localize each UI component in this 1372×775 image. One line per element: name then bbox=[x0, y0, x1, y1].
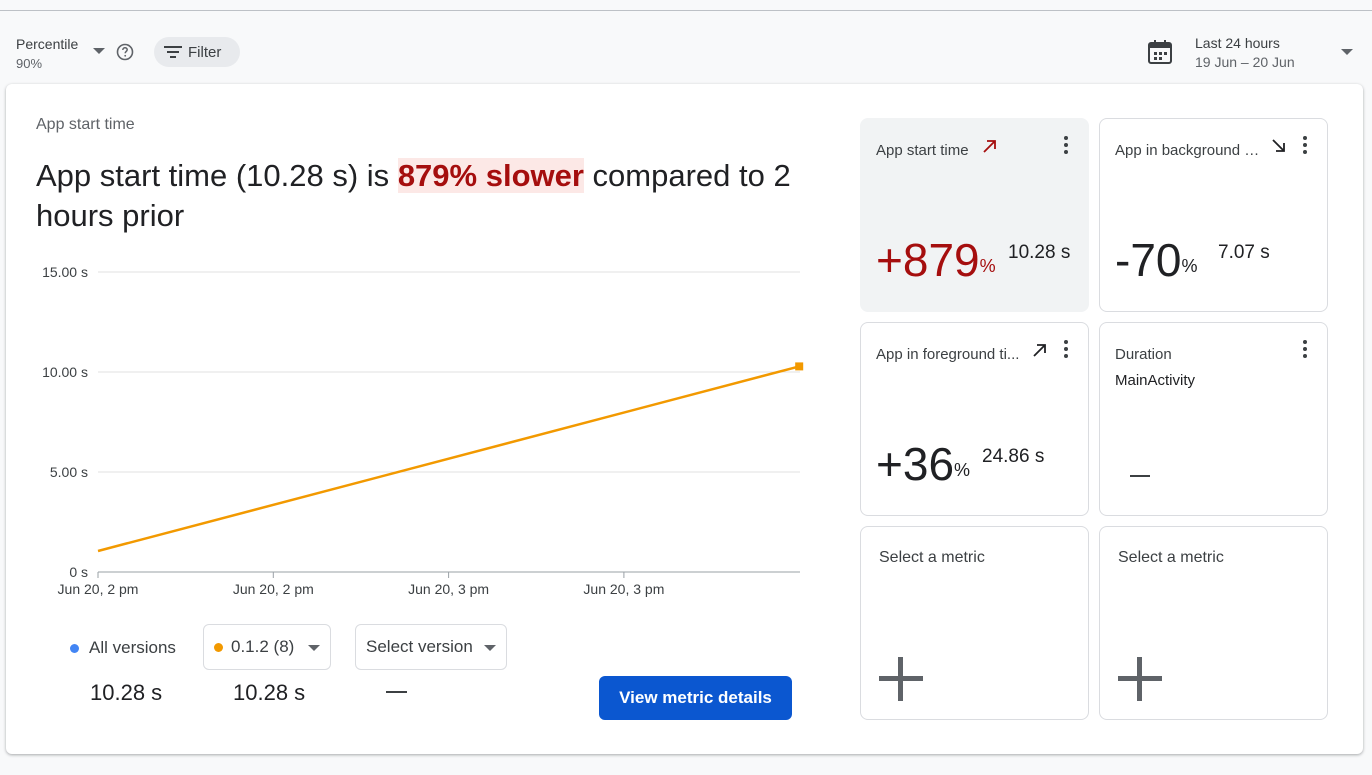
version-dot bbox=[214, 642, 223, 652]
tile-select-metric[interactable]: Select a metric bbox=[860, 526, 1089, 720]
select-version-empty-value bbox=[386, 691, 407, 693]
percent-sign: % bbox=[979, 256, 996, 276]
version-label: 0.1.2 (8) bbox=[231, 637, 295, 656]
top-divider bbox=[0, 10, 1372, 11]
tile-title: App in foreground ti... bbox=[876, 346, 1020, 363]
trend-up-icon bbox=[983, 140, 996, 153]
caret-down-icon bbox=[484, 645, 496, 651]
tile-title: Select a metric bbox=[879, 549, 985, 566]
filter-button[interactable]: Filter bbox=[154, 37, 240, 67]
date-range-dropdown[interactable]: Last 24 hours 19 Jun – 20 Jun bbox=[1146, 34, 1360, 72]
help-icon[interactable] bbox=[116, 43, 134, 61]
tile-empty-value bbox=[1130, 475, 1150, 477]
caret-down-icon bbox=[93, 48, 105, 54]
tile-app-start-time[interactable]: App start time +879% 10.28 s bbox=[860, 118, 1089, 312]
filter-label: Filter bbox=[188, 43, 222, 61]
tile-duration[interactable]: Duration MainActivity bbox=[1099, 322, 1328, 516]
headline-text: App start time (10.28 s) is bbox=[36, 158, 398, 193]
x-tick-label: Jun 20, 3 pm bbox=[583, 581, 664, 597]
x-tick-label: Jun 20, 3 pm bbox=[408, 581, 489, 597]
filter-icon bbox=[164, 46, 182, 58]
plus-icon[interactable] bbox=[879, 657, 923, 701]
caret-down-icon bbox=[308, 645, 320, 651]
change-value: -70 bbox=[1115, 234, 1182, 286]
y-tick-label: 10.00 s bbox=[42, 364, 88, 380]
series-line bbox=[97, 365, 800, 553]
y-tick-label: 15.00 s bbox=[42, 264, 88, 280]
headline-highlight: 879% slower bbox=[397, 158, 584, 193]
version-dropdown[interactable]: 0.1.2 (8) bbox=[203, 624, 331, 670]
tile-app-in-background[interactable]: App in background t... -70% 7.07 s bbox=[1099, 118, 1328, 312]
caret-down-icon bbox=[1341, 49, 1353, 55]
tile-change-percent: +36% bbox=[876, 436, 970, 492]
more-options-icon[interactable] bbox=[1058, 135, 1074, 155]
view-metric-details-button[interactable]: View metric details bbox=[599, 676, 792, 720]
tile-change-percent: +879% bbox=[876, 232, 996, 288]
date-range-label: Last 24 hours bbox=[1195, 35, 1280, 51]
tile-select-metric[interactable]: Select a metric bbox=[1099, 526, 1328, 720]
percent-sign: % bbox=[954, 460, 971, 480]
date-range-dates: 19 Jun – 20 Jun bbox=[1195, 54, 1295, 70]
series-endpoint[interactable] bbox=[795, 362, 804, 371]
x-tick-label: Jun 20, 2 pm bbox=[58, 581, 139, 597]
legend-all-versions: All versions bbox=[70, 636, 190, 660]
tile-title: Select a metric bbox=[1118, 549, 1224, 566]
tile-title: App in background t... bbox=[1115, 142, 1260, 159]
more-options-icon[interactable] bbox=[1297, 135, 1313, 155]
select-version-label: Select version bbox=[366, 637, 473, 656]
all-versions-dot bbox=[70, 643, 79, 653]
change-value: +36 bbox=[876, 438, 955, 490]
tile-value: 10.28 s bbox=[1008, 242, 1071, 263]
calendar-icon bbox=[1148, 40, 1172, 64]
y-tick-label: 5.00 s bbox=[50, 464, 88, 480]
plus-icon[interactable] bbox=[1118, 657, 1162, 701]
trend-up-icon bbox=[1033, 344, 1046, 357]
tile-title: App start time bbox=[876, 142, 969, 159]
all-versions-label: All versions bbox=[89, 638, 176, 657]
version-value: 10.28 s bbox=[233, 680, 306, 705]
percentile-value: 90% bbox=[16, 56, 43, 71]
insight-headline: App start time (10.28 s) is 879% slower … bbox=[36, 156, 796, 236]
more-options-icon[interactable] bbox=[1058, 339, 1074, 359]
card-subtitle: App start time bbox=[36, 116, 135, 133]
metric-card: App start time App start time (10.28 s) … bbox=[6, 84, 1363, 754]
percent-sign: % bbox=[1181, 256, 1198, 276]
x-tick-label: Jun 20, 2 pm bbox=[233, 581, 314, 597]
tile-title: Duration bbox=[1115, 346, 1172, 363]
change-value: +879 bbox=[876, 234, 980, 286]
y-tick-label: 0 s bbox=[69, 564, 88, 580]
tile-change-percent: -70% bbox=[1115, 232, 1198, 288]
line-chart: 15.00 s 10.00 s 5.00 s 0 s Jun 20, 2 pm Jun … bbox=[42, 264, 804, 597]
all-versions-value: 10.28 s bbox=[90, 680, 163, 705]
select-version-dropdown[interactable]: Select version bbox=[355, 624, 507, 670]
tile-app-in-foreground[interactable]: App in foreground ti... +36% 24.86 s bbox=[860, 322, 1089, 516]
percentile-label: Percentile bbox=[16, 36, 79, 52]
tile-value: 7.07 s bbox=[1218, 242, 1270, 263]
tile-value: 24.86 s bbox=[982, 446, 1045, 467]
more-options-icon[interactable] bbox=[1297, 339, 1313, 359]
tile-subtitle: MainActivity bbox=[1115, 372, 1196, 389]
trend-down-icon bbox=[1272, 139, 1285, 152]
